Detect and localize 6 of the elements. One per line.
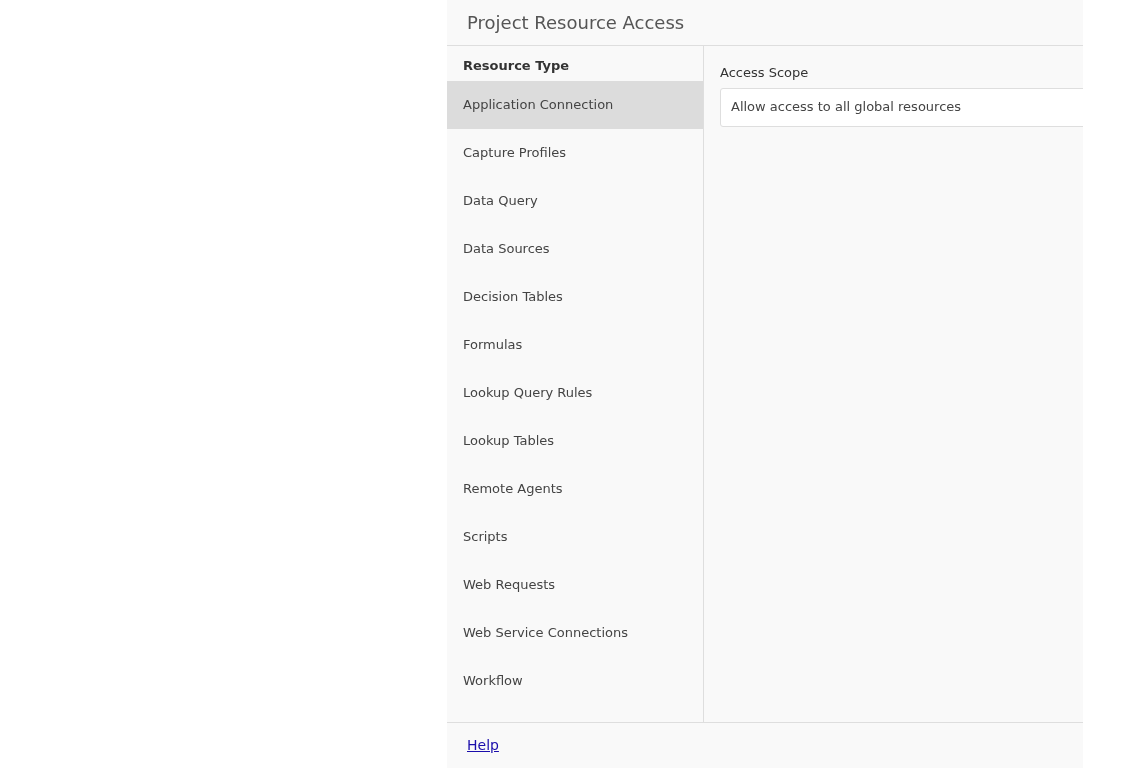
help-link[interactable]: Help [467,735,499,756]
dialog-title: Project Resource Access [467,11,685,35]
resource-type-item[interactable]: Application Connection [447,81,703,129]
sidebar-heading: Resource Type [463,56,570,75]
access-scope-label: Access Scope [720,64,810,82]
access-scope-field[interactable]: Allow access to all global resources [720,87,1083,127]
